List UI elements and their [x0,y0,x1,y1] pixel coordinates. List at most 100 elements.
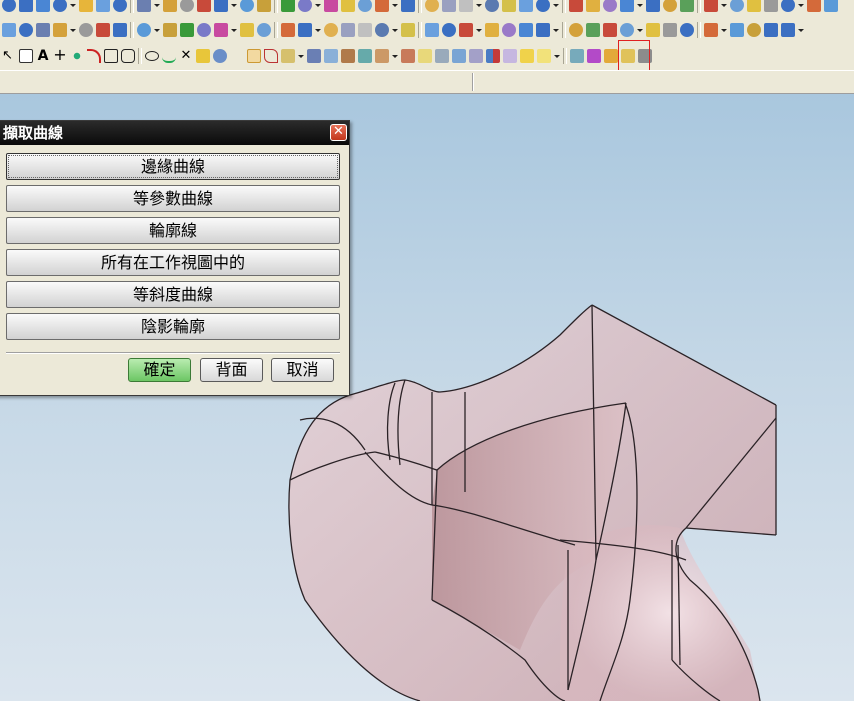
isoparametric-icon[interactable] [418,49,432,63]
dropdown-arrow[interactable] [154,3,160,7]
option-shadow-outline[interactable]: 陰影輪廓 [6,313,340,340]
hole-icon[interactable] [137,0,151,12]
rectangle-icon[interactable] [104,49,118,63]
datum-icon[interactable] [180,23,194,37]
wrap-curve-icon[interactable] [401,49,415,63]
cylinder-icon[interactable] [19,0,33,12]
zoom-icon[interactable] [79,23,93,37]
dropdown-arrow[interactable] [392,54,398,58]
dropdown-arrow[interactable] [553,3,559,7]
sketch-icon[interactable] [569,23,583,37]
groove-icon[interactable] [240,0,254,12]
revolve-icon[interactable] [375,0,389,12]
slot-icon[interactable] [781,0,795,12]
dropdown-arrow[interactable] [637,28,643,32]
analysis-icon[interactable] [536,23,550,37]
dropdown-arrow[interactable] [637,3,643,7]
feature-icon[interactable] [257,0,271,12]
section-curve-icon[interactable] [358,49,372,63]
dropdown-arrow[interactable] [392,3,398,7]
dropdown-arrow[interactable] [798,3,804,7]
trim-icon[interactable] [196,49,210,63]
slot-icon[interactable] [502,0,516,12]
boss-icon[interactable] [730,0,744,12]
extract-curve-icon[interactable] [486,49,500,63]
dropdown-arrow[interactable] [798,28,804,32]
cancel-button[interactable]: 取消 [271,358,334,382]
fit-icon[interactable] [341,23,355,37]
render-icon[interactable] [570,49,584,63]
boss-icon[interactable] [163,0,177,12]
pencil-icon[interactable] [537,49,551,63]
dropdown-arrow[interactable] [554,54,560,58]
zoom-icon[interactable] [646,23,660,37]
hole-icon[interactable] [704,0,718,12]
curve-analysis-icon[interactable] [503,49,517,63]
view-icon[interactable] [603,23,617,37]
groove-icon[interactable] [807,0,821,12]
intersection-curve-icon[interactable] [341,49,355,63]
dropdown-arrow[interactable] [315,28,321,32]
shade-icon[interactable] [137,23,151,37]
fit-icon[interactable] [53,23,67,37]
wireframe-icon[interactable] [730,23,744,37]
spline-icon[interactable] [162,49,176,63]
ok-button[interactable]: 確定 [128,358,191,382]
revolve-icon[interactable] [663,0,677,12]
select-arrow-icon[interactable]: ↖ [2,49,16,63]
zoom-icon[interactable] [358,23,372,37]
material-icon[interactable] [604,49,618,63]
block-icon[interactable] [2,0,16,12]
join-curve-icon[interactable] [307,49,321,63]
dropdown-arrow[interactable] [476,3,482,7]
dropdown-arrow[interactable] [721,28,727,32]
pocket-icon[interactable] [180,0,194,12]
info-icon[interactable] [240,23,254,37]
solid-silhouette-icon[interactable] [469,49,483,63]
boss-icon[interactable] [442,0,456,12]
feature-icon[interactable] [536,0,550,12]
pad-icon[interactable] [764,0,778,12]
datum-icon[interactable] [459,23,473,37]
option-all-in-work-view[interactable]: 所有在工作視圖中的 [6,249,340,276]
feature-icon[interactable] [824,0,838,12]
sphere-icon[interactable] [341,0,355,12]
rotate-icon[interactable] [375,23,389,37]
view-icon[interactable] [324,23,338,37]
pad-icon[interactable] [485,0,499,12]
layer-icon[interactable] [19,23,33,37]
cone-icon[interactable] [603,0,617,12]
block-icon[interactable] [569,0,583,12]
sweep-icon[interactable] [680,0,694,12]
close-icon[interactable]: ✕ [330,124,347,141]
project-curve-icon[interactable] [324,49,338,63]
block-icon[interactable] [281,0,295,12]
measure-icon[interactable] [214,23,228,37]
hole-icon[interactable] [425,0,439,12]
slot-icon[interactable] [214,0,228,12]
pan-icon[interactable] [113,23,127,37]
dialog-title-bar[interactable]: 擷取曲線 ✕ [0,121,349,145]
wireframe-icon[interactable] [163,23,177,37]
arc-icon[interactable] [87,49,101,63]
cylinder-icon[interactable] [298,0,312,12]
pan-icon[interactable] [680,23,694,37]
pocket-icon[interactable] [747,0,761,12]
revolve-icon[interactable] [96,0,110,12]
rotate-icon[interactable] [663,23,677,37]
delete-icon[interactable]: ✕ [179,49,193,63]
dropdown-arrow[interactable] [721,3,727,7]
sphere-icon[interactable] [53,0,67,12]
wireframe-icon[interactable] [442,23,456,37]
curve-label-icon[interactable] [520,49,534,63]
csys-icon[interactable] [764,23,778,37]
dropdown-arrow[interactable] [154,28,160,32]
csys-icon[interactable] [485,23,499,37]
bridge-curve-icon[interactable] [264,49,278,63]
dropdown-arrow[interactable] [70,3,76,7]
datum-icon[interactable] [747,23,761,37]
measure-icon[interactable] [781,23,795,37]
paint-icon[interactable] [587,49,601,63]
shade-icon[interactable] [425,23,439,37]
rotate-icon[interactable] [96,23,110,37]
